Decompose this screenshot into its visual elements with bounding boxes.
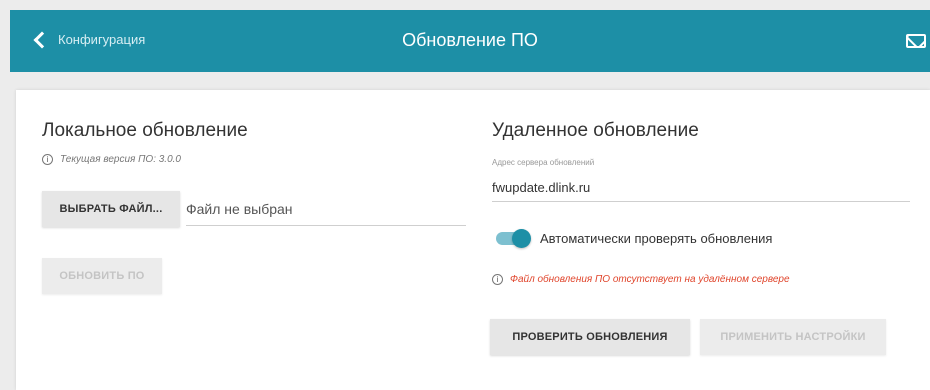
- server-address-input[interactable]: [492, 174, 910, 202]
- toggle-thumb: [512, 229, 531, 248]
- remote-update-title: Удаленное обновление: [492, 120, 699, 141]
- auto-check-toggle[interactable]: [496, 229, 531, 248]
- firmware-version-text: Текущая версия ПО: 3.0.0: [60, 154, 181, 165]
- apply-settings-button[interactable]: ПРИМЕНИТЬ НАСТРОЙКИ: [700, 319, 886, 355]
- info-icon: i: [492, 274, 503, 285]
- update-firmware-button[interactable]: ОБНОВИТЬ ПО: [42, 258, 162, 294]
- choose-file-button[interactable]: ВЫБРАТЬ ФАЙЛ...: [42, 191, 180, 227]
- file-status: Файл не выбран: [186, 196, 466, 226]
- server-address-label: Адрес сервера обновлений: [492, 158, 595, 167]
- info-icon: i: [42, 154, 53, 165]
- check-updates-button[interactable]: ПРОВЕРИТЬ ОБНОВЛЕНИЯ: [490, 319, 690, 355]
- update-error-info: i Файл обновления ПО отсутствует на удал…: [492, 274, 790, 285]
- local-update-title: Локальное обновление: [42, 120, 248, 141]
- update-error-text: Файл обновления ПО отсутствует на удалён…: [510, 274, 790, 285]
- page-title: Обновление ПО: [402, 30, 538, 50]
- update-card: Локальное обновление i Текущая версия ПО…: [16, 90, 930, 390]
- mail-icon[interactable]: [906, 34, 926, 48]
- firmware-version-info: i Текущая версия ПО: 3.0.0: [42, 154, 181, 165]
- auto-check-label: Автоматически проверять обновления: [540, 231, 773, 246]
- top-bar: Конфигурация Обновление ПО: [10, 10, 930, 72]
